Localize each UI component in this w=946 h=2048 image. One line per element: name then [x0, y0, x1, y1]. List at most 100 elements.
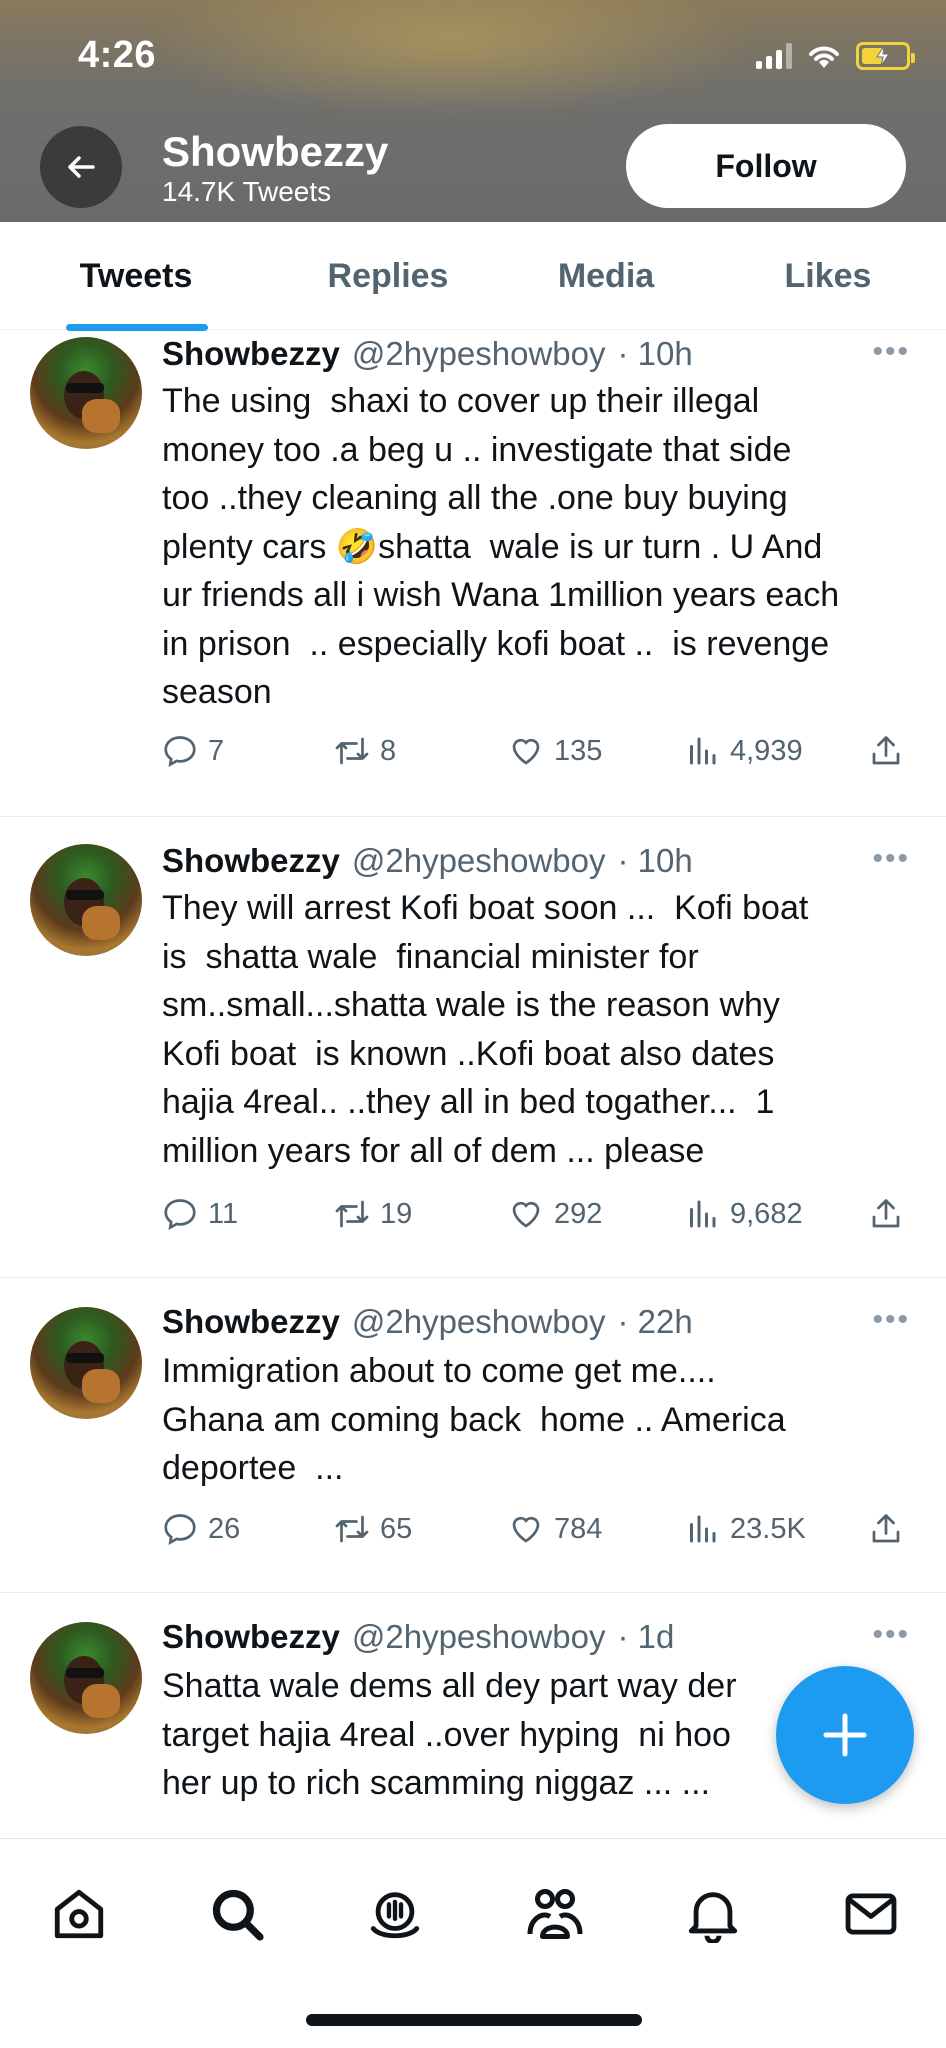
- reply-button[interactable]: 7: [162, 733, 224, 769]
- share-icon: [872, 1514, 900, 1543]
- share-icon: [872, 1199, 900, 1228]
- battery-icon: [856, 42, 915, 70]
- tweet-time: · 10h: [617, 842, 693, 879]
- tweet-author-name[interactable]: Showbezzy: [162, 335, 340, 373]
- follow-button[interactable]: Follow: [626, 124, 906, 208]
- like-button[interactable]: 784: [508, 1511, 602, 1547]
- tweet-actions: 26 65 784 23.5K: [162, 1511, 912, 1561]
- tweet-actions: 11 19 292 9,682: [162, 1196, 912, 1246]
- view-count: 9,682: [730, 1197, 803, 1230]
- share-button[interactable]: [868, 733, 904, 769]
- tweet-count: 14.7K Tweets: [162, 176, 332, 207]
- avatar[interactable]: [30, 1622, 142, 1734]
- tweet-actions: 7 8 135 4,939: [162, 733, 912, 783]
- profile-name: Showbezzy: [162, 128, 389, 175]
- tweet-author-handle[interactable]: @2hypeshowboy: [352, 335, 606, 373]
- views-icon: [690, 737, 716, 765]
- view-count: 4,939: [730, 734, 803, 767]
- views-button[interactable]: 9,682: [684, 1196, 803, 1232]
- more-options-icon[interactable]: •••: [872, 842, 910, 876]
- views-icon: [690, 1515, 716, 1543]
- tweet-time: · 10h: [617, 335, 693, 372]
- share-button[interactable]: [868, 1511, 904, 1547]
- like-button[interactable]: 292: [508, 1196, 602, 1232]
- retweet-count: 65: [380, 1512, 413, 1545]
- reply-icon: [164, 1199, 196, 1231]
- avatar[interactable]: [30, 337, 142, 449]
- like-button[interactable]: 135: [508, 733, 602, 769]
- avatar[interactable]: [30, 1307, 142, 1419]
- reply-icon: [164, 736, 196, 768]
- tweet-author-name[interactable]: Showbezzy: [162, 1303, 340, 1341]
- search-icon: [212, 1889, 264, 1941]
- tweet-time: · 1d: [617, 1618, 675, 1655]
- tab-tweets[interactable]: Tweets: [36, 222, 236, 330]
- retweet-icon: [335, 1515, 369, 1543]
- tweet[interactable]: Showbezzy @2hypeshowboy · 10h ••• They w…: [0, 818, 946, 1278]
- profile-tabs: Tweets Replies Media Likes: [0, 222, 946, 331]
- nav-home[interactable]: [44, 1879, 114, 1949]
- tweet-text: Immigration about to come get me.... Gha…: [162, 1352, 786, 1487]
- tweet-header: Showbezzy @2hypeshowboy · 10h: [162, 842, 693, 880]
- more-options-icon[interactable]: •••: [872, 1303, 910, 1337]
- tweet-author-name[interactable]: Showbezzy: [162, 842, 340, 880]
- like-icon: [512, 738, 540, 765]
- nav-search[interactable]: [202, 1879, 272, 1949]
- active-tab-indicator: [66, 324, 208, 331]
- profile-header: 4:26 Showbezzy 14.7K Tweets Follow: [0, 0, 946, 222]
- share-icon: [872, 736, 900, 765]
- views-button[interactable]: 23.5K: [684, 1511, 806, 1547]
- more-options-icon[interactable]: •••: [872, 335, 910, 369]
- tweet-header: Showbezzy @2hypeshowboy · 22h: [162, 1303, 693, 1341]
- arrow-left-icon: [68, 156, 95, 178]
- status-time: 4:26: [78, 34, 157, 76]
- retweet-button[interactable]: 65: [334, 1511, 412, 1547]
- retweet-count: 19: [380, 1197, 413, 1230]
- retweet-button[interactable]: 19: [334, 1196, 412, 1232]
- tweet-text: Shatta wale dems all dey part way der ta…: [162, 1667, 737, 1802]
- reply-count: 26: [208, 1512, 241, 1545]
- tab-likes[interactable]: Likes: [728, 222, 928, 330]
- tab-media[interactable]: Media: [506, 222, 706, 330]
- like-count: 292: [554, 1197, 603, 1230]
- spaces-icon: [370, 1892, 420, 1939]
- retweet-icon: [335, 737, 369, 765]
- tweet-author-handle[interactable]: @2hypeshowboy: [352, 1618, 606, 1656]
- retweet-icon: [335, 1200, 369, 1228]
- tweet-author-handle[interactable]: @2hypeshowboy: [352, 1303, 606, 1341]
- views-icon: [690, 1200, 716, 1228]
- share-button[interactable]: [868, 1196, 904, 1232]
- tweet-author-handle[interactable]: @2hypeshowboy: [352, 842, 606, 880]
- views-button[interactable]: 4,939: [684, 733, 803, 769]
- tweet[interactable]: Showbezzy @2hypeshowboy · 22h ••• Immigr…: [0, 1279, 946, 1593]
- messages-icon: [845, 1893, 897, 1935]
- retweet-count: 8: [380, 734, 397, 767]
- reply-button[interactable]: 11: [162, 1196, 238, 1232]
- tweet-author-name[interactable]: Showbezzy: [162, 1618, 340, 1656]
- nav-communities[interactable]: [520, 1879, 590, 1949]
- nav-notifications[interactable]: [678, 1879, 748, 1949]
- reply-count: 7: [208, 734, 225, 767]
- avatar[interactable]: [30, 844, 142, 956]
- reply-icon: [164, 1514, 196, 1546]
- like-count: 135: [554, 734, 603, 767]
- tweet-text: The using shaxi to cover up their illega…: [162, 382, 840, 711]
- like-icon: [512, 1201, 540, 1228]
- home-indicator[interactable]: [306, 2014, 642, 2026]
- notifications-icon: [688, 1892, 738, 1943]
- nav-spaces[interactable]: [360, 1879, 430, 1949]
- home-icon: [54, 1889, 104, 1939]
- retweet-button[interactable]: 8: [334, 733, 396, 769]
- wifi-icon: [809, 46, 839, 68]
- more-options-icon[interactable]: •••: [872, 1618, 910, 1652]
- back-button[interactable]: [40, 126, 122, 208]
- reply-count: 11: [208, 1197, 239, 1230]
- reply-button[interactable]: 26: [162, 1511, 240, 1547]
- tweet-time: · 22h: [617, 1303, 693, 1340]
- nav-messages[interactable]: [836, 1879, 906, 1949]
- signal-icon: [756, 43, 792, 69]
- tab-replies[interactable]: Replies: [288, 222, 488, 330]
- tweet-header: Showbezzy @2hypeshowboy · 10h: [162, 335, 693, 373]
- compose-tweet-button[interactable]: [776, 1666, 914, 1804]
- tweet[interactable]: Showbezzy @2hypeshowboy · 10h ••• The us…: [0, 331, 946, 817]
